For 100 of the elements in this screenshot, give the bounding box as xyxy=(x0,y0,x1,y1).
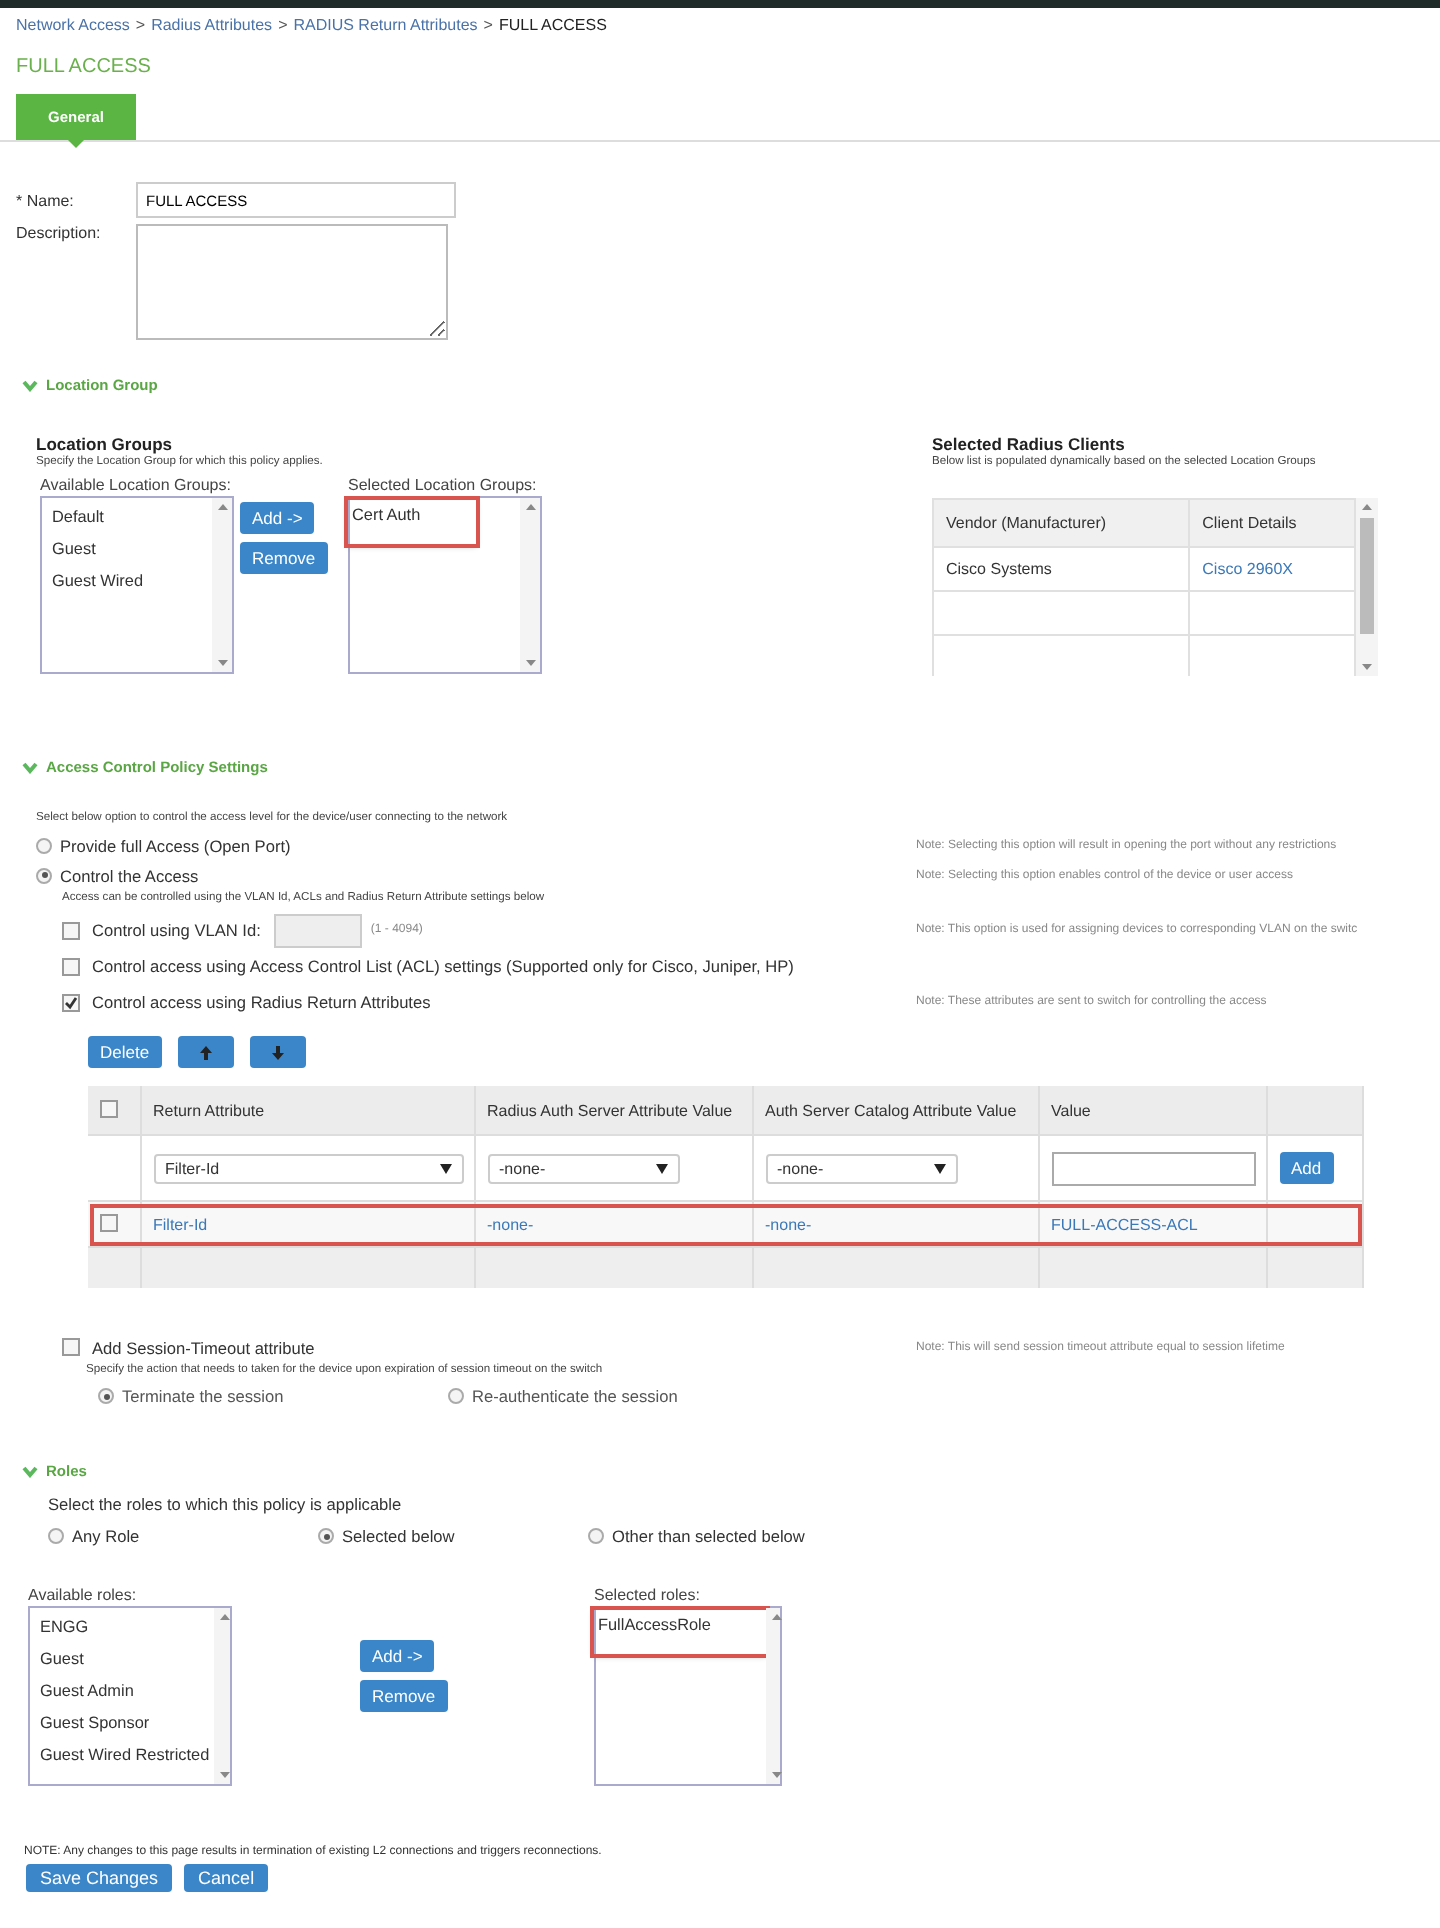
checkbox[interactable] xyxy=(62,921,80,939)
checkbox-label: Control access using Radius Return Attributes xyxy=(92,992,431,1012)
checkbox[interactable] xyxy=(62,957,80,975)
breadcrumb-current: FULL ACCESS xyxy=(498,16,607,34)
breadcrumb-link[interactable]: Radius Attributes xyxy=(151,16,273,34)
radio-button[interactable] xyxy=(588,1528,604,1544)
table-cell-link[interactable]: FULL-ACCESS-ACL xyxy=(1038,1201,1266,1247)
table-cell-link[interactable]: Filter-Id xyxy=(140,1201,474,1247)
radio-button[interactable] xyxy=(48,1528,64,1544)
list-label: Available roles: xyxy=(28,1586,139,1604)
table-row[interactable]: Filter-Id -none- -none- FULL-ACCESS-ACL xyxy=(88,1201,1363,1247)
list-item[interactable]: Guest Sponsor xyxy=(36,1708,154,1740)
scroll-up-arrow-icon[interactable] xyxy=(526,504,536,510)
list-label: Selected Location Groups: xyxy=(348,476,539,494)
option-label: Re-authenticate the session xyxy=(472,1386,678,1406)
dropdown-caret-icon xyxy=(655,1163,667,1173)
scroll-down-arrow-icon[interactable] xyxy=(219,1772,230,1778)
add-button[interactable]: Add xyxy=(1279,1152,1334,1184)
section-intro: Select the roles to which this policy is applicable xyxy=(48,1494,404,1514)
save-changes-button[interactable]: Save Changes xyxy=(26,1864,173,1892)
remove-button[interactable]: Remove xyxy=(360,1680,448,1712)
column-header: Vendor (Manufacturer) xyxy=(933,499,1190,547)
page-title: FULL ACCESS xyxy=(14,54,153,78)
remove-button[interactable]: Remove xyxy=(240,542,328,574)
scroll-up-arrow-icon[interactable] xyxy=(218,504,228,510)
option-label: Terminate the session xyxy=(122,1386,284,1406)
table-cell-link[interactable]: -none- xyxy=(474,1201,752,1247)
arrow-down-icon xyxy=(271,1045,284,1059)
table-cell-link[interactable]: -none- xyxy=(752,1201,1038,1247)
scroll-down-arrow-icon[interactable] xyxy=(772,1772,783,1778)
column-header: Value xyxy=(1038,1086,1266,1135)
scroll-down-arrow-icon[interactable] xyxy=(218,660,228,666)
breadcrumb-separator: > xyxy=(135,16,146,34)
checkbox[interactable] xyxy=(62,1338,80,1356)
cancel-button[interactable]: Cancel xyxy=(184,1864,269,1892)
list-box[interactable]: ENGG Guest Guest Admin Guest Sponsor Guest Wired Restricted xyxy=(28,1606,232,1786)
checkbox[interactable] xyxy=(100,1213,118,1231)
list-box[interactable]: Cert Auth xyxy=(348,496,542,674)
radio-button[interactable] xyxy=(318,1528,334,1544)
breadcrumb-separator: > xyxy=(483,16,493,34)
breadcrumb-link[interactable]: RADIUS Return Attributes xyxy=(293,16,478,34)
section-title: Location Groups xyxy=(36,434,174,454)
scroll-down-arrow-icon[interactable] xyxy=(526,660,536,666)
move-up-button[interactable] xyxy=(177,1036,234,1068)
radio-button[interactable] xyxy=(98,1388,114,1404)
checkbox[interactable] xyxy=(62,993,80,1011)
move-down-button[interactable] xyxy=(249,1036,306,1068)
column-header: Radius Auth Server Attribute Value xyxy=(474,1086,752,1135)
list-item[interactable]: Guest xyxy=(36,1644,88,1676)
list-box[interactable]: FullAccessRole xyxy=(594,1606,782,1786)
list-item[interactable]: Cert Auth xyxy=(348,500,477,544)
list-box[interactable]: Default Guest Guest Wired xyxy=(40,496,234,674)
chevron-down-icon[interactable] xyxy=(22,379,38,391)
list-item[interactable]: Guest Admin xyxy=(36,1676,138,1708)
scrollbar[interactable] xyxy=(213,1608,230,1784)
scrollbar[interactable] xyxy=(766,1608,780,1784)
scroll-down-arrow-icon[interactable] xyxy=(1362,664,1372,670)
breadcrumb-link[interactable]: Network Access xyxy=(16,16,130,34)
radio-button[interactable] xyxy=(448,1388,464,1404)
section-title: Selected Radius Clients xyxy=(932,434,1127,454)
scrollbar[interactable] xyxy=(1356,498,1378,676)
column-header: Auth Server Catalog Attribute Value xyxy=(752,1086,1038,1135)
radio-button[interactable] xyxy=(36,867,52,883)
option-label: Selected below xyxy=(342,1526,455,1546)
option-label: Any Role xyxy=(72,1526,140,1546)
dropdown[interactable]: Filter-Id xyxy=(153,1153,463,1183)
column-header: Return Attribute xyxy=(140,1086,474,1135)
add-button[interactable]: Add -> xyxy=(240,502,315,534)
list-item[interactable]: Guest Wired xyxy=(48,566,147,598)
value-field[interactable] xyxy=(1051,1151,1255,1185)
list-item[interactable]: ENGG xyxy=(36,1612,93,1644)
client-link[interactable]: Cisco 2960X xyxy=(1189,547,1355,591)
scrollbar[interactable] xyxy=(520,498,540,672)
breadcrumb-separator: > xyxy=(278,16,288,34)
description-field[interactable] xyxy=(136,224,448,340)
list-item[interactable]: Guest xyxy=(48,534,100,566)
arrow-up-icon xyxy=(199,1045,212,1059)
option-label: Provide full Access (Open Port) xyxy=(60,835,291,855)
name-label: * Name: xyxy=(16,191,76,209)
scroll-up-arrow-icon[interactable] xyxy=(219,1614,230,1620)
chevron-down-icon[interactable] xyxy=(22,761,38,773)
scroll-up-arrow-icon[interactable] xyxy=(1362,504,1372,510)
dropdown-caret-icon xyxy=(439,1163,451,1173)
delete-button[interactable]: Delete xyxy=(88,1036,162,1068)
checkbox[interactable] xyxy=(100,1099,118,1117)
checkbox-label: Add Session-Timeout attribute xyxy=(92,1337,315,1357)
dropdown[interactable]: -none- xyxy=(487,1153,679,1183)
scrollbar[interactable] xyxy=(212,498,232,672)
list-item[interactable]: Guest Wired Restricted xyxy=(36,1740,214,1772)
scroll-up-arrow-icon[interactable] xyxy=(772,1614,783,1620)
add-button[interactable]: Add -> xyxy=(360,1640,435,1672)
list-item[interactable]: FullAccessRole xyxy=(594,1610,767,1654)
chevron-down-icon[interactable] xyxy=(22,1465,38,1477)
table-cell: Cisco Systems xyxy=(933,547,1190,591)
list-item[interactable]: Default xyxy=(48,502,108,534)
dropdown[interactable]: -none- xyxy=(765,1153,957,1183)
radio-button[interactable] xyxy=(36,837,52,853)
option-label: Other than selected below xyxy=(612,1526,805,1546)
list-label: Selected roles: xyxy=(594,1586,702,1604)
option-label: Control the Access xyxy=(60,865,199,885)
